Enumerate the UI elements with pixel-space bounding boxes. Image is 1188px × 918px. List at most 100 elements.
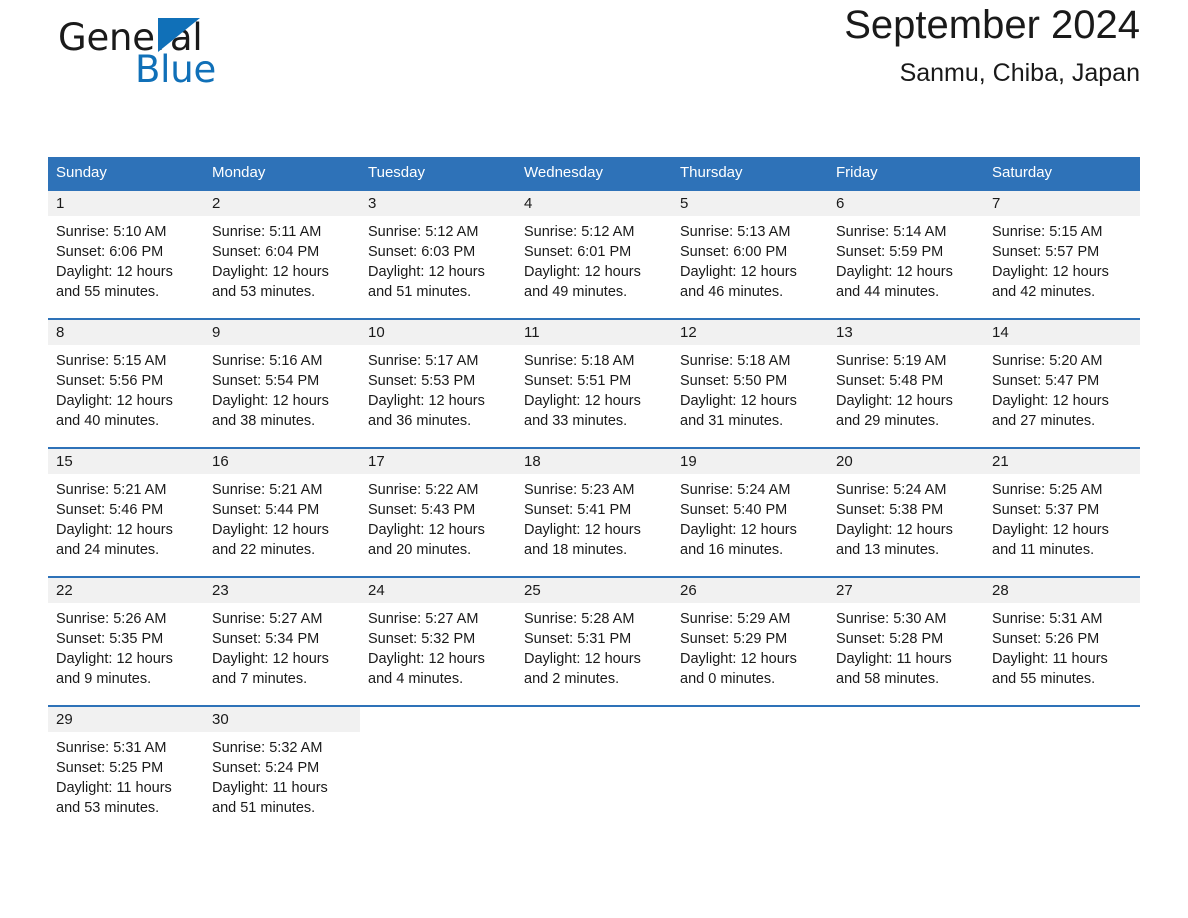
daylight-text-line1: Daylight: 11 hours xyxy=(56,780,172,796)
day-cell[interactable]: Sunrise: 5:12 AM Sunset: 6:03 PM Dayligh… xyxy=(360,216,516,318)
day-cell[interactable]: Sunrise: 5:22 AM Sunset: 5:43 PM Dayligh… xyxy=(360,474,516,576)
sunset-text: Sunset: 5:26 PM xyxy=(992,631,1100,647)
day-number[interactable]: 25 xyxy=(516,578,672,603)
sunrise-text: Sunrise: 5:11 AM xyxy=(212,224,322,240)
page-title: September 2024 xyxy=(844,3,1140,47)
day-cell[interactable]: Sunrise: 5:18 AM Sunset: 5:50 PM Dayligh… xyxy=(672,345,828,447)
sunset-text: Sunset: 6:01 PM xyxy=(524,244,632,260)
day-number[interactable]: 24 xyxy=(360,578,516,603)
day-number[interactable]: 13 xyxy=(828,320,984,345)
day-number[interactable]: 26 xyxy=(672,578,828,603)
day-number-empty xyxy=(516,707,672,732)
day-cell[interactable]: Sunrise: 5:25 AM Sunset: 5:37 PM Dayligh… xyxy=(984,474,1140,576)
day-number[interactable]: 6 xyxy=(828,191,984,216)
sunset-text: Sunset: 5:32 PM xyxy=(368,631,476,647)
day-cell[interactable]: Sunrise: 5:24 AM Sunset: 5:38 PM Dayligh… xyxy=(828,474,984,576)
day-cell[interactable]: Sunrise: 5:12 AM Sunset: 6:01 PM Dayligh… xyxy=(516,216,672,318)
sunset-text: Sunset: 5:56 PM xyxy=(56,373,164,389)
day-cell[interactable]: Sunrise: 5:20 AM Sunset: 5:47 PM Dayligh… xyxy=(984,345,1140,447)
day-number[interactable]: 23 xyxy=(204,578,360,603)
day-cell[interactable]: Sunrise: 5:19 AM Sunset: 5:48 PM Dayligh… xyxy=(828,345,984,447)
day-cell[interactable]: Sunrise: 5:15 AM Sunset: 5:56 PM Dayligh… xyxy=(48,345,204,447)
day-number[interactable]: 17 xyxy=(360,449,516,474)
day-cell[interactable]: Sunrise: 5:27 AM Sunset: 5:32 PM Dayligh… xyxy=(360,603,516,705)
day-number[interactable]: 30 xyxy=(204,707,360,732)
sunrise-text: Sunrise: 5:21 AM xyxy=(212,482,323,498)
sunrise-text: Sunrise: 5:32 AM xyxy=(212,740,323,756)
day-number[interactable]: 22 xyxy=(48,578,204,603)
daylight-text-line2: and 24 minutes. xyxy=(56,542,160,558)
day-number[interactable]: 11 xyxy=(516,320,672,345)
day-number[interactable]: 20 xyxy=(828,449,984,474)
sunrise-text: Sunrise: 5:13 AM xyxy=(680,224,791,240)
day-number[interactable]: 14 xyxy=(984,320,1140,345)
day-number[interactable]: 7 xyxy=(984,191,1140,216)
day-number[interactable]: 16 xyxy=(204,449,360,474)
day-cell[interactable]: Sunrise: 5:24 AM Sunset: 5:40 PM Dayligh… xyxy=(672,474,828,576)
day-number-band: 22 23 24 25 26 27 28 xyxy=(48,578,1140,603)
sunrise-text: Sunrise: 5:18 AM xyxy=(524,353,635,369)
sunrise-text: Sunrise: 5:29 AM xyxy=(680,611,791,627)
sunset-text: Sunset: 6:00 PM xyxy=(680,244,788,260)
day-number[interactable]: 19 xyxy=(672,449,828,474)
week-row: 22 23 24 25 26 27 28 Sunrise: 5:26 AM Su… xyxy=(48,576,1140,705)
general-blue-logo[interactable]: General Blue xyxy=(58,10,318,94)
sunset-text: Sunset: 5:24 PM xyxy=(212,760,320,776)
sunrise-text: Sunrise: 5:10 AM xyxy=(56,224,167,240)
page-subtitle: Sanmu, Chiba, Japan xyxy=(899,59,1140,87)
day-cell[interactable]: Sunrise: 5:11 AM Sunset: 6:04 PM Dayligh… xyxy=(204,216,360,318)
day-number[interactable]: 9 xyxy=(204,320,360,345)
day-cell[interactable]: Sunrise: 5:23 AM Sunset: 5:41 PM Dayligh… xyxy=(516,474,672,576)
day-cell[interactable]: Sunrise: 5:14 AM Sunset: 5:59 PM Dayligh… xyxy=(828,216,984,318)
day-cell[interactable]: Sunrise: 5:26 AM Sunset: 5:35 PM Dayligh… xyxy=(48,603,204,705)
day-cell[interactable]: Sunrise: 5:27 AM Sunset: 5:34 PM Dayligh… xyxy=(204,603,360,705)
day-number-band: 29 30 xyxy=(48,707,1140,732)
daylight-text-line1: Daylight: 12 hours xyxy=(992,264,1109,280)
day-number[interactable]: 10 xyxy=(360,320,516,345)
day-cell-empty xyxy=(984,732,1140,834)
day-number[interactable]: 15 xyxy=(48,449,204,474)
daylight-text-line2: and 22 minutes. xyxy=(212,542,316,558)
day-number[interactable]: 2 xyxy=(204,191,360,216)
day-cell[interactable]: Sunrise: 5:17 AM Sunset: 5:53 PM Dayligh… xyxy=(360,345,516,447)
day-number[interactable]: 29 xyxy=(48,707,204,732)
daylight-text-line1: Daylight: 12 hours xyxy=(524,651,641,667)
day-cell[interactable]: Sunrise: 5:30 AM Sunset: 5:28 PM Dayligh… xyxy=(828,603,984,705)
sunset-text: Sunset: 5:48 PM xyxy=(836,373,944,389)
day-number[interactable]: 12 xyxy=(672,320,828,345)
day-cell[interactable]: Sunrise: 5:13 AM Sunset: 6:00 PM Dayligh… xyxy=(672,216,828,318)
sunset-text: Sunset: 6:06 PM xyxy=(56,244,164,260)
calendar-grid: Sunday Monday Tuesday Wednesday Thursday… xyxy=(48,157,1140,834)
day-cell[interactable]: Sunrise: 5:18 AM Sunset: 5:51 PM Dayligh… xyxy=(516,345,672,447)
day-cell[interactable]: Sunrise: 5:21 AM Sunset: 5:46 PM Dayligh… xyxy=(48,474,204,576)
day-number[interactable]: 1 xyxy=(48,191,204,216)
day-cell[interactable]: Sunrise: 5:31 AM Sunset: 5:26 PM Dayligh… xyxy=(984,603,1140,705)
daylight-text-line1: Daylight: 12 hours xyxy=(836,393,953,409)
day-cell[interactable]: Sunrise: 5:29 AM Sunset: 5:29 PM Dayligh… xyxy=(672,603,828,705)
day-cell[interactable]: Sunrise: 5:15 AM Sunset: 5:57 PM Dayligh… xyxy=(984,216,1140,318)
sunset-text: Sunset: 5:51 PM xyxy=(524,373,632,389)
sunset-text: Sunset: 5:54 PM xyxy=(212,373,320,389)
sunrise-text: Sunrise: 5:31 AM xyxy=(56,740,167,756)
day-cell[interactable]: Sunrise: 5:10 AM Sunset: 6:06 PM Dayligh… xyxy=(48,216,204,318)
day-number[interactable]: 3 xyxy=(360,191,516,216)
weekday-header-row: Sunday Monday Tuesday Wednesday Thursday… xyxy=(48,157,1140,189)
day-number[interactable]: 4 xyxy=(516,191,672,216)
daylight-text-line1: Daylight: 12 hours xyxy=(56,522,173,538)
day-cell[interactable]: Sunrise: 5:28 AM Sunset: 5:31 PM Dayligh… xyxy=(516,603,672,705)
weekday-header-sunday: Sunday xyxy=(56,164,107,181)
day-number[interactable]: 27 xyxy=(828,578,984,603)
day-cell[interactable]: Sunrise: 5:32 AM Sunset: 5:24 PM Dayligh… xyxy=(204,732,360,834)
day-number[interactable]: 5 xyxy=(672,191,828,216)
day-cell[interactable]: Sunrise: 5:31 AM Sunset: 5:25 PM Dayligh… xyxy=(48,732,204,834)
day-number[interactable]: 21 xyxy=(984,449,1140,474)
sunrise-text: Sunrise: 5:24 AM xyxy=(836,482,947,498)
day-number[interactable]: 28 xyxy=(984,578,1140,603)
day-cell[interactable]: Sunrise: 5:16 AM Sunset: 5:54 PM Dayligh… xyxy=(204,345,360,447)
day-number[interactable]: 18 xyxy=(516,449,672,474)
day-number[interactable]: 8 xyxy=(48,320,204,345)
day-cell[interactable]: Sunrise: 5:21 AM Sunset: 5:44 PM Dayligh… xyxy=(204,474,360,576)
sunset-text: Sunset: 5:59 PM xyxy=(836,244,944,260)
sunset-text: Sunset: 5:41 PM xyxy=(524,502,632,518)
daylight-text-line1: Daylight: 11 hours xyxy=(992,651,1108,667)
